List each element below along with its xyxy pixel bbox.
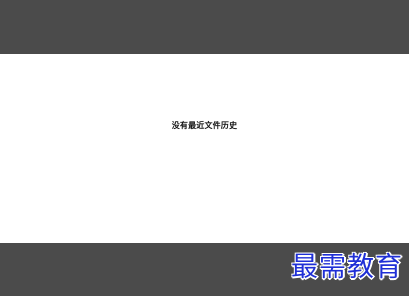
recent-files-list-area: 没有最近文件历史 [0,54,409,243]
watermark-logo-text: 最需教育 [291,252,403,283]
recent-files-panel: 没有最近文件历史 最需教育 [0,0,409,296]
top-bar [0,0,409,54]
empty-recent-files-message: 没有最近文件历史 [171,121,238,130]
